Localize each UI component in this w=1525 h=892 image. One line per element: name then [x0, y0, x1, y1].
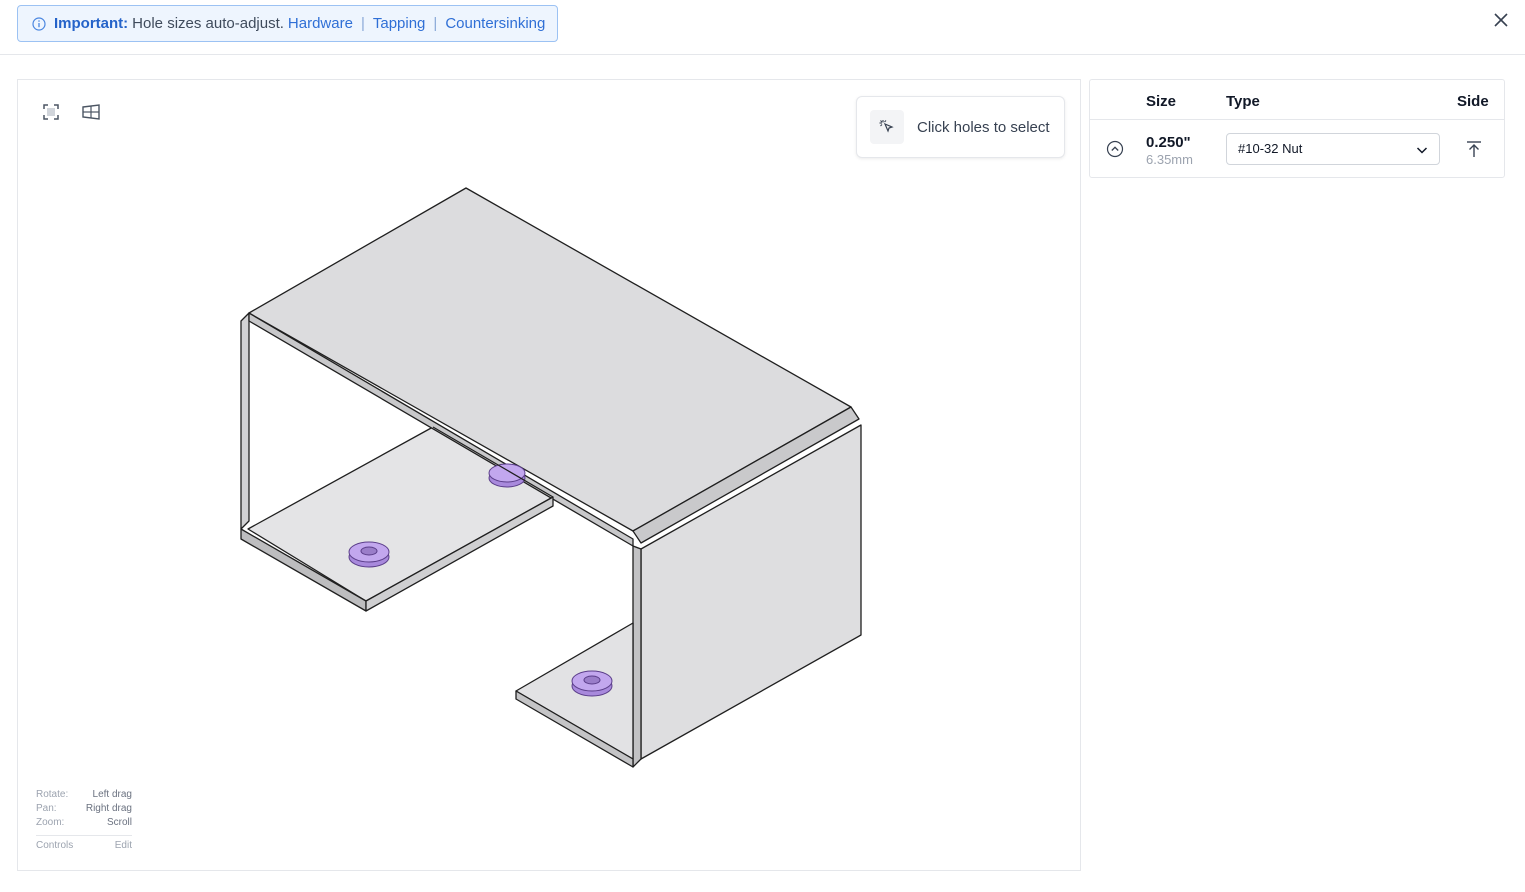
- link-separator: |: [360, 15, 365, 32]
- hardware-type-select[interactable]: #10-32 Nut: [1226, 133, 1440, 165]
- controls-title: Controls: [36, 840, 74, 851]
- chevron-up-circle-icon[interactable]: [1106, 140, 1124, 158]
- control-row: Zoom: Scroll: [36, 817, 132, 828]
- top-bar: Important: Hole sizes auto-adjust. Hardw…: [0, 0, 1525, 55]
- controls-legend: Rotate: Left drag Pan: Right drag Zoom: …: [36, 788, 132, 851]
- chevron-down-icon: [1416, 147, 1428, 154]
- controls-edit-link[interactable]: Edit: [115, 840, 132, 851]
- table-header: Size Type Side: [1090, 80, 1504, 120]
- countersinking-link[interactable]: Countersinking: [445, 15, 545, 32]
- controls-footer: Controls Edit: [36, 835, 132, 851]
- hole-table: Size Type Side 0.250" 6.35mm #10-32 Nut: [1089, 79, 1505, 178]
- notice-message: Hole sizes auto-adjust.: [132, 15, 284, 32]
- size-inches: 0.250": [1146, 134, 1191, 151]
- notice-label: Important:: [54, 15, 129, 32]
- link-separator: |: [433, 15, 438, 32]
- control-row: Rotate: Left drag: [36, 789, 132, 800]
- control-row: Pan: Right drag: [36, 803, 132, 814]
- hardware-link[interactable]: Hardware: [288, 15, 353, 32]
- side-header: Side: [1457, 93, 1489, 110]
- important-notice: Important: Hole sizes auto-adjust. Hardw…: [17, 5, 559, 42]
- info-icon: [32, 16, 46, 31]
- selected-type: #10-32 Nut: [1238, 141, 1303, 156]
- 3d-viewer[interactable]: Click holes to select Rotate: Left drag …: [17, 79, 1081, 871]
- sheet-metal-part[interactable]: [18, 80, 1080, 870]
- type-header: Type: [1226, 93, 1260, 110]
- arrow-up-to-line-icon[interactable]: [1464, 139, 1484, 159]
- size-millimeters: 6.35mm: [1146, 152, 1193, 167]
- size-header: Size: [1146, 93, 1177, 110]
- table-row[interactable]: 0.250" 6.35mm #10-32 Nut: [1090, 120, 1504, 178]
- close-icon[interactable]: [1491, 10, 1511, 30]
- tapping-link[interactable]: Tapping: [373, 15, 426, 32]
